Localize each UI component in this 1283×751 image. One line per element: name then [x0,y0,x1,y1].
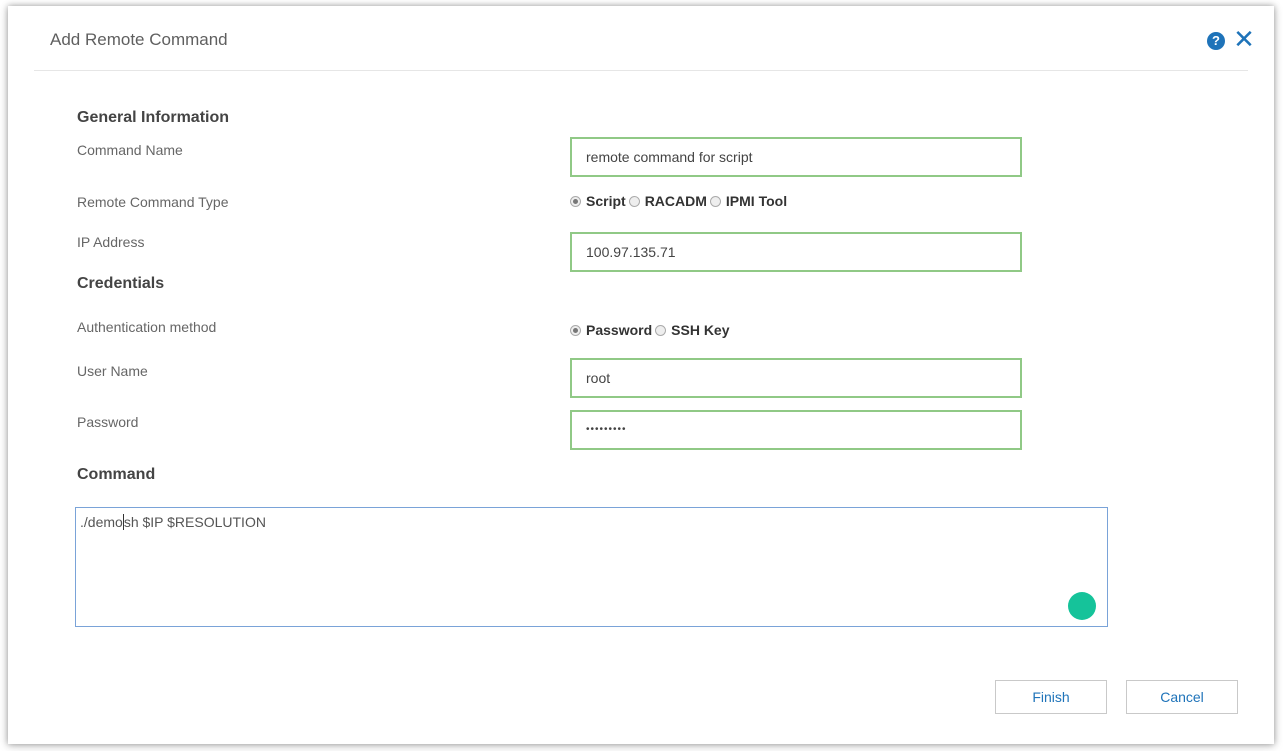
radio-racadm[interactable]: RACADM [628,193,707,209]
radio-script-label: Script [586,193,626,209]
command-text-after-cursor: sh $IP $RESOLUTION [123,514,266,530]
add-remote-command-dialog: Add Remote Command ? ✕ General Informati… [8,6,1274,744]
radio-ipmi-tool-label: IPMI Tool [725,193,788,209]
dialog-header: Add Remote Command ? ✕ [34,6,1255,71]
radio-racadm-label: RACADM [644,193,707,209]
password-input[interactable]: ••••••••• [570,410,1022,450]
radio-ssh-key[interactable]: SSH Key [655,322,730,338]
radio-password[interactable]: Password [570,322,652,338]
user-name-input[interactable]: root [570,358,1022,398]
radio-password-label: Password [586,322,653,338]
authentication-method-label: Authentication method [77,319,217,335]
command-name-label: Command Name [77,142,183,158]
radio-ssh-key-circle[interactable] [655,324,667,336]
remote-command-type-label: Remote Command Type [77,194,229,210]
command-text-before-cursor: ./demo [80,514,123,530]
password-label: Password [77,414,139,430]
radio-script-circle[interactable] [570,195,581,207]
credentials-heading: Credentials [77,275,165,292]
cancel-button[interactable]: Cancel [1126,680,1238,714]
close-icon[interactable]: ✕ [1232,25,1256,53]
radio-ipmi-tool-circle[interactable] [709,195,721,207]
radio-password-circle[interactable] [570,324,581,336]
remote-command-type-radio-group: Script RACADM IPMI Tool [570,193,790,209]
help-icon[interactable]: ? [1207,32,1225,50]
ip-address-label: IP Address [77,234,145,250]
command-heading: Command [77,466,156,483]
radio-racadm-circle[interactable] [628,195,640,207]
general-information-heading: General Information [77,109,230,126]
radio-ssh-key-label: SSH Key [671,322,730,338]
ip-address-input[interactable]: 100.97.135.71 [570,232,1022,272]
finish-button[interactable]: Finish [995,680,1107,714]
command-textarea[interactable]: ./demosh $IP $RESOLUTION [75,507,1108,627]
command-name-input[interactable]: remote command for script [570,137,1022,177]
radio-ipmi-tool[interactable]: IPMI Tool [709,193,788,209]
user-name-label: User Name [77,363,148,379]
dialog-title: Add Remote Command [50,30,228,49]
authentication-method-radio-group: Password SSH Key [570,322,733,338]
radio-script[interactable]: Script [570,193,626,209]
grammarly-icon[interactable] [1068,592,1096,620]
